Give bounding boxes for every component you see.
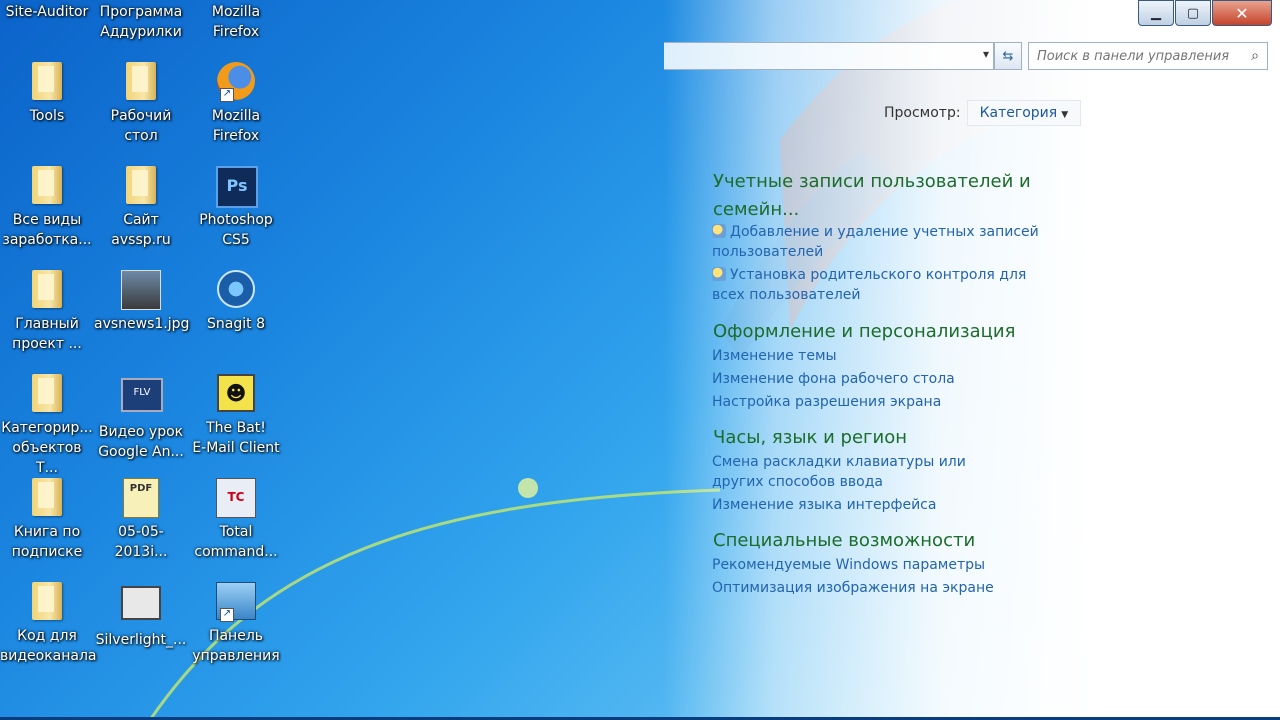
view-selector: Просмотр: Категория ▼ xyxy=(884,100,1082,126)
desktop-icon-label: Photoshop CS5 xyxy=(199,212,273,248)
chevron-down-icon[interactable]: ▾ xyxy=(983,47,989,61)
desktop-icon-desktop-folder[interactable]: Рабочий стол xyxy=(94,62,188,146)
shield-icon xyxy=(712,224,726,238)
search-box[interactable]: ⌕ xyxy=(1028,42,1268,70)
thebat-icon: ☻ xyxy=(216,374,256,414)
image-file-icon xyxy=(121,270,161,310)
desktop-icon-video-code[interactable]: Код для видеоканала xyxy=(0,582,97,666)
desktop-icon-firefox[interactable]: ↗ Mozilla Firefox xyxy=(189,62,283,146)
desktop-icon-label: Tools xyxy=(29,108,65,124)
close-button[interactable]: ✕ xyxy=(1212,0,1272,26)
desktop-icon-thebat[interactable]: ☻ The Bat! E-Mail Client xyxy=(189,374,283,458)
flv-video-icon: FLV xyxy=(121,378,163,418)
desktop-icon-label: Все виды заработка... xyxy=(2,212,92,248)
folder-icon xyxy=(27,166,67,206)
refresh-icon: ⇆ xyxy=(1002,48,1014,64)
category-link[interactable]: Добавление и удаление учетных записей по… xyxy=(712,222,1052,262)
category-link[interactable]: Настройка разрешения экрана xyxy=(712,392,1052,412)
search-input[interactable] xyxy=(1029,47,1243,65)
desktop-icon-categories[interactable]: Категорир... объектов Т... xyxy=(0,374,94,478)
category-title[interactable]: Учетные записи пользователей и семейн... xyxy=(713,168,1043,224)
desktop-icon-silverlight[interactable]: Silverlight_... xyxy=(94,582,188,650)
desktop-icon-label: Snagit 8 xyxy=(207,316,265,332)
desktop-icon-label: 05-05-2013i... xyxy=(114,524,168,560)
desktop-icon-pdf[interactable]: PDF 05-05-2013i... xyxy=(94,478,188,562)
desktop-icon-label: Категорир... объектов Т... xyxy=(1,420,93,476)
desktop-icon-avsnews[interactable]: avsnews1.jpg xyxy=(94,270,190,334)
search-icon[interactable]: ⌕ xyxy=(1243,48,1267,64)
category-title[interactable]: Специальные возможности xyxy=(713,527,1043,555)
photoshop-icon: Ps xyxy=(216,166,258,208)
desktop-icon-label: avsnews1.jpg xyxy=(94,316,190,332)
desktop-icon-label: Панель управления xyxy=(192,628,280,664)
desktop-icon-label: Рабочий стол xyxy=(110,108,172,144)
desktop-icon-tools[interactable]: Tools xyxy=(0,62,94,126)
window-controls: ▁ ▢ ✕ xyxy=(1137,0,1272,26)
folder-icon xyxy=(27,582,67,622)
address-bar[interactable]: ▾ xyxy=(664,42,994,70)
minimize-button[interactable]: ▁ xyxy=(1138,0,1174,26)
desktop-icon-label: Книга по подписке xyxy=(11,524,83,560)
desktop-icon-control-panel[interactable]: ↗ Панель управления xyxy=(189,582,283,666)
desktop-icon-label: Программа Аддурилки xyxy=(99,4,183,40)
firefox-icon: ↗ xyxy=(216,62,256,102)
shield-icon xyxy=(712,267,726,281)
desktop-icon-video-lesson[interactable]: FLV Видео урок Google An... xyxy=(94,374,188,462)
desktop-icon-label: Mozilla Firefox xyxy=(211,4,261,40)
desktop-icon-site-auditor[interactable]: Site-Auditor xyxy=(0,2,94,22)
desktop-icon-site-avssp[interactable]: Сайт avssp.ru xyxy=(94,166,188,250)
desktop-icon-earnings[interactable]: Все виды заработка... xyxy=(0,166,94,250)
desktop-icon-label: Total command... xyxy=(194,524,278,560)
desktop-icon-label: Код для видеоканала xyxy=(0,628,97,664)
refresh-button[interactable]: ⇆ xyxy=(994,42,1022,70)
silverlight-icon xyxy=(121,586,161,626)
maximize-icon: ▢ xyxy=(1186,5,1200,21)
category-title[interactable]: Часы, язык и регион xyxy=(713,424,1043,452)
category-title[interactable]: Оформление и персонализация xyxy=(713,318,1043,346)
category-link[interactable]: Рекомендуемые Windows параметры xyxy=(712,555,1052,575)
desktop-icon-snagit[interactable]: Snagit 8 xyxy=(189,270,283,334)
folder-icon xyxy=(27,62,67,102)
desktop-icon-label: Mozilla Firefox xyxy=(211,108,261,144)
folder-icon xyxy=(27,270,67,310)
view-dropdown-value: Категория xyxy=(979,105,1058,121)
close-icon: ✕ xyxy=(1235,3,1249,23)
total-commander-icon: TC xyxy=(216,478,256,518)
desktop-icon-photoshop[interactable]: Ps Photoshop CS5 xyxy=(189,166,283,250)
caret-down-icon: ▼ xyxy=(1061,110,1069,120)
desktop-icon-addurilki[interactable]: Программа Аддурилки xyxy=(94,2,188,42)
folder-icon xyxy=(27,374,67,414)
view-label: Просмотр: xyxy=(884,105,961,121)
category-link[interactable]: Смена раскладки клавиатуры или других сп… xyxy=(712,452,1012,492)
desktop-icon-label: The Bat! E-Mail Client xyxy=(192,420,280,456)
desktop-icon-label: Site-Auditor xyxy=(5,4,89,20)
desktop-icon-label: Видео урок Google An... xyxy=(98,424,184,460)
desktop-icon-label: Главный проект ... xyxy=(12,316,82,352)
desktop-icon-total-commander[interactable]: TC Total command... xyxy=(189,478,283,562)
folder-icon xyxy=(121,62,161,102)
folder-icon xyxy=(27,478,67,518)
minimize-icon: ▁ xyxy=(1151,5,1161,21)
category-link[interactable]: Изменение темы xyxy=(712,346,1052,366)
view-dropdown[interactable]: Категория ▼ xyxy=(966,100,1082,126)
desktop-icon-label: Silverlight_... xyxy=(95,632,187,648)
control-panel-icon: ↗ xyxy=(216,582,256,622)
snagit-icon xyxy=(216,270,256,310)
control-panel-window: ▁ ▢ ✕ ▾ ⇆ ⌕ Просмотр: Категория▼ Учетные… xyxy=(664,0,1280,720)
folder-icon xyxy=(121,166,161,206)
desktop-icon-book[interactable]: Книга по подписке xyxy=(0,478,94,562)
desktop-icon-label: Сайт avssp.ru xyxy=(111,212,171,248)
category-link[interactable]: Установка родительского контроля для все… xyxy=(712,265,1052,305)
pdf-file-icon: PDF xyxy=(121,478,161,518)
category-link[interactable]: Изменение языка интерфейса xyxy=(712,495,1052,515)
desktop-icon-main-project[interactable]: Главный проект ... xyxy=(0,270,94,354)
category-link[interactable]: Оптимизация изображения на экране xyxy=(712,578,1052,598)
maximize-button[interactable]: ▢ xyxy=(1175,0,1211,26)
category-link[interactable]: Изменение фона рабочего стола xyxy=(712,369,1052,389)
desktop-icon-firefox-top[interactable]: Mozilla Firefox xyxy=(189,2,283,42)
